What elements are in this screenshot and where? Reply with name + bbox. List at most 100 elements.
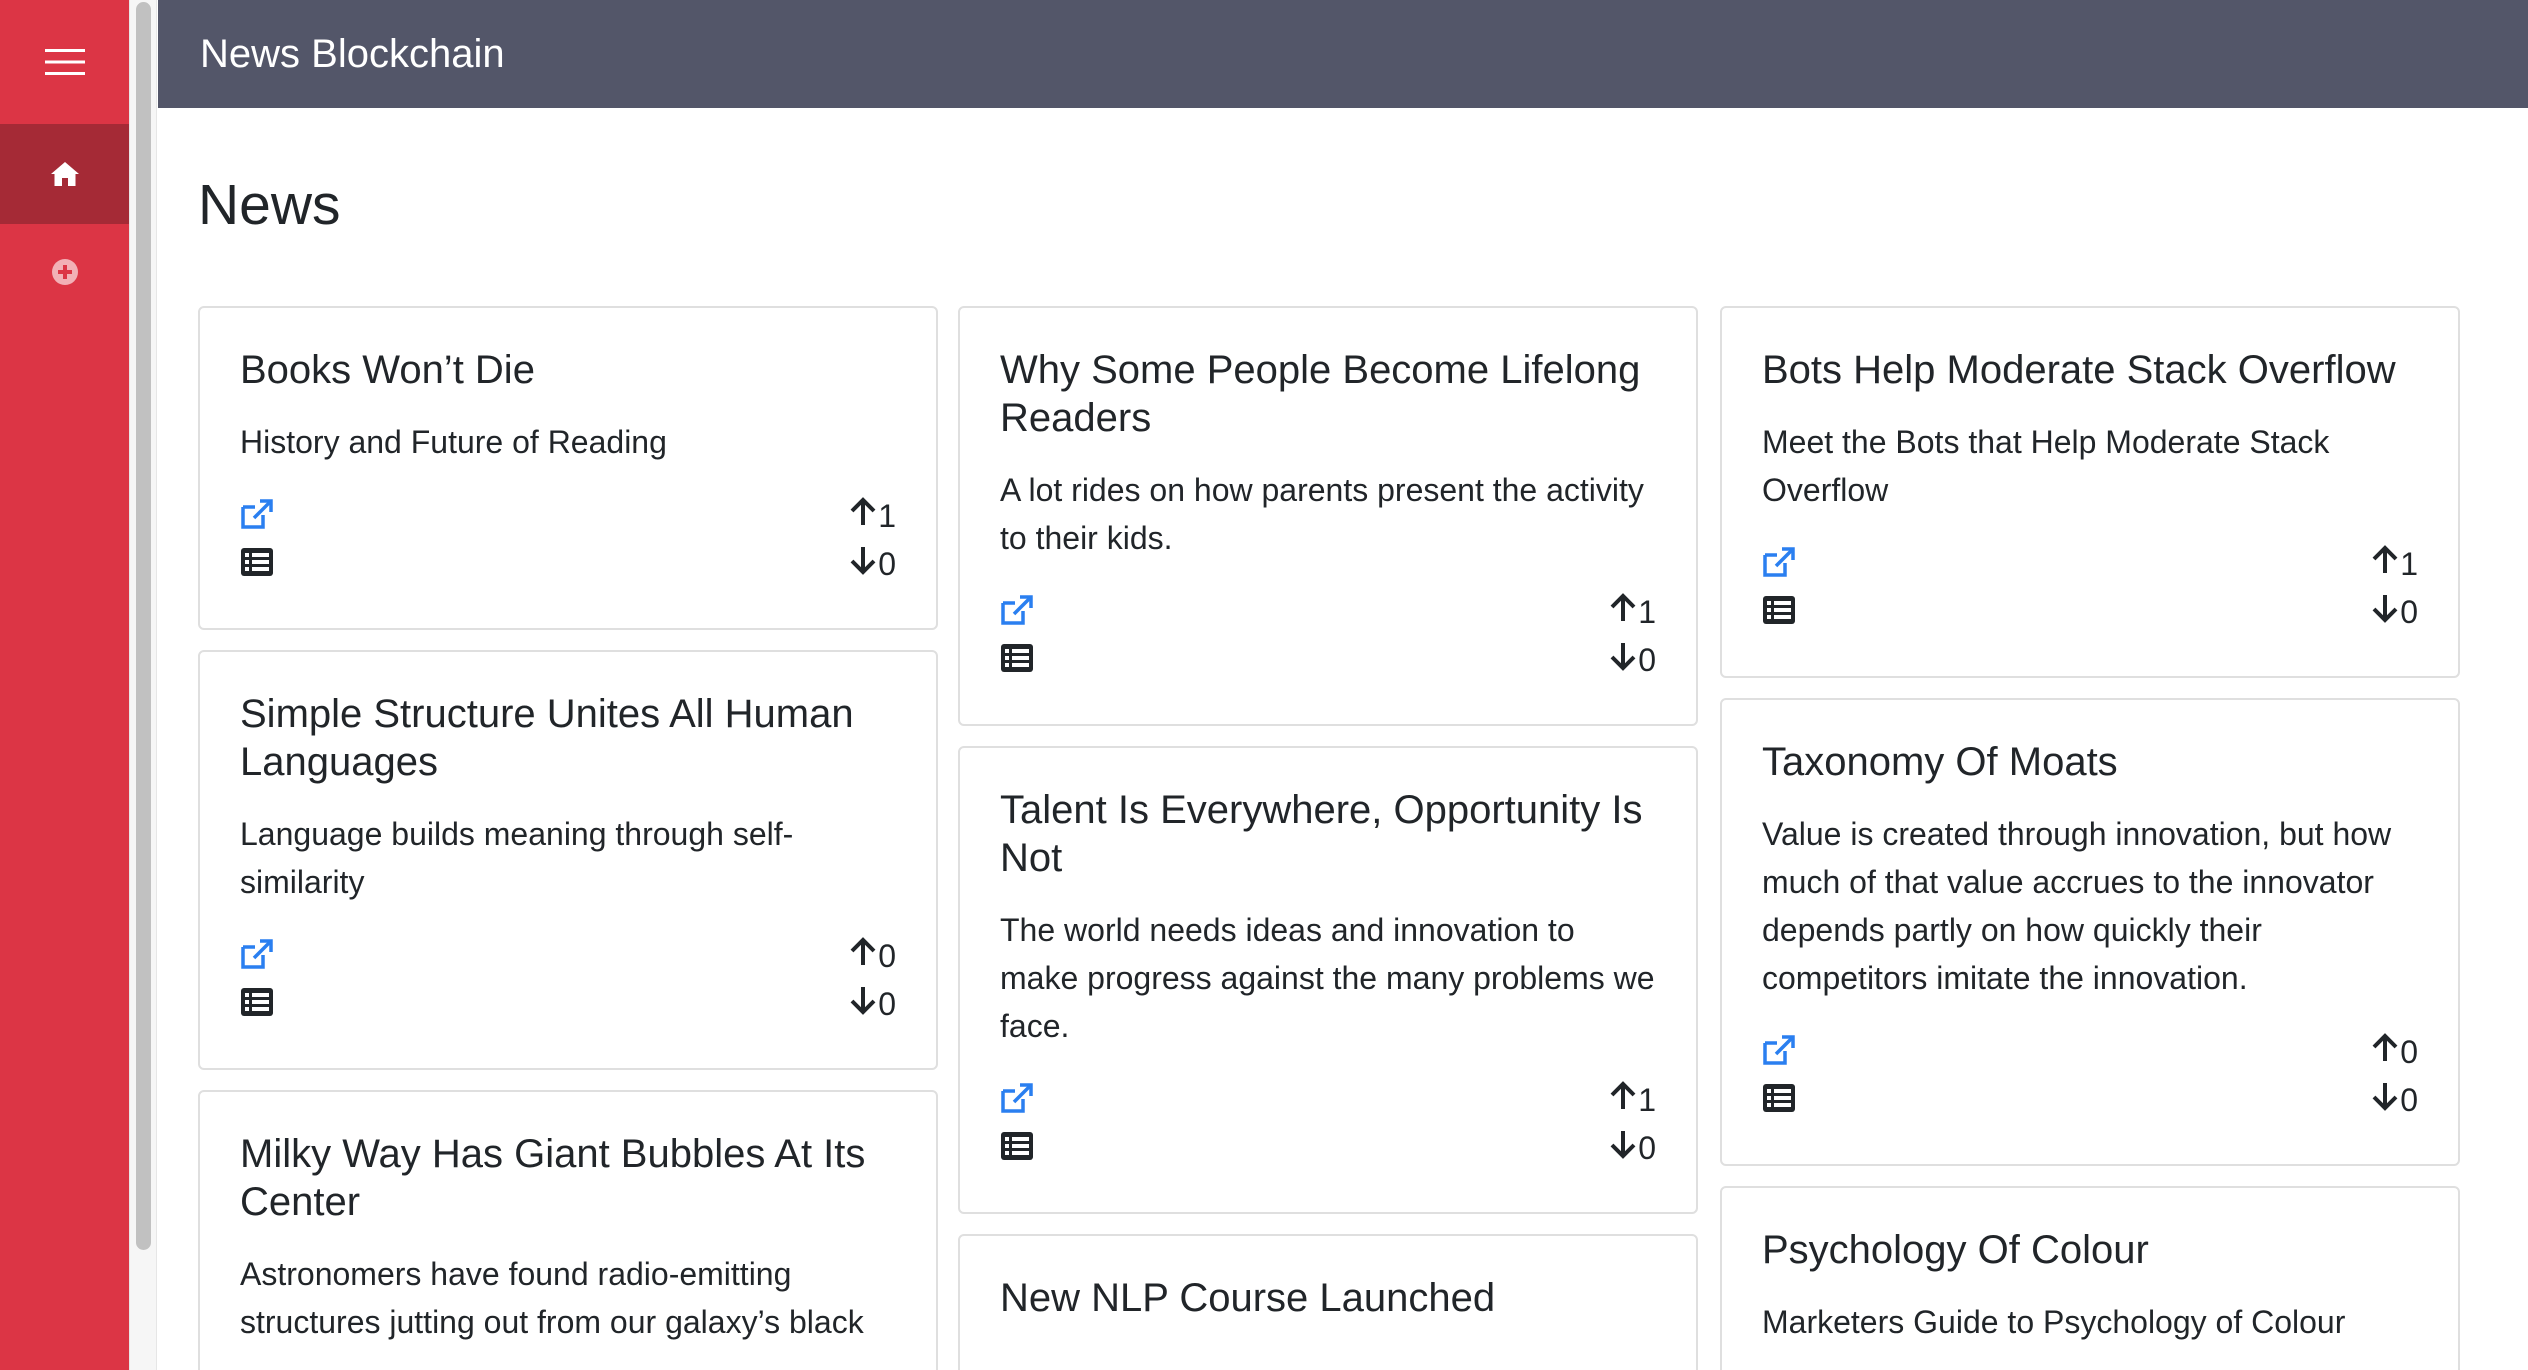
external-link-icon[interactable]	[1762, 546, 1796, 578]
news-card-description: History and Future of Reading	[240, 424, 667, 460]
details-list-icon[interactable]	[1000, 642, 1034, 674]
downvote-count: 0	[2400, 1082, 2418, 1118]
downvote-button[interactable]: 0	[2372, 588, 2418, 636]
news-card-description: Language builds meaning through self-sim…	[240, 816, 794, 900]
upvote-button[interactable]: 1	[2372, 540, 2418, 588]
sidebar	[0, 0, 129, 1370]
details-list-icon[interactable]	[1000, 1130, 1034, 1162]
arrow-up-icon	[850, 492, 878, 540]
vote-counts: 10	[1610, 1076, 1656, 1172]
details-list-icon[interactable]	[240, 986, 274, 1018]
news-card-title: Milky Way Has Giant Bubbles At Its Cente…	[240, 1132, 866, 1224]
arrow-up-icon	[1610, 1076, 1638, 1124]
news-card-title: Simple Structure Unites All Human Langua…	[240, 692, 854, 784]
external-link-icon[interactable]	[1000, 1082, 1034, 1114]
news-card-title: Why Some People Become Lifelong Readers	[1000, 348, 1641, 440]
news-card-description: Meet the Bots that Help Moderate Stack O…	[1762, 424, 2330, 508]
news-card-actions	[240, 492, 274, 578]
sidebar-item-home[interactable]	[0, 124, 129, 224]
arrow-up-icon	[2372, 1028, 2400, 1076]
vote-counts: 10	[2372, 540, 2418, 636]
vote-counts: 00	[850, 932, 896, 1028]
vote-counts: 10	[1610, 588, 1656, 684]
downvote-count: 0	[2400, 594, 2418, 630]
upvote-button[interactable]: 1	[850, 492, 896, 540]
details-list-icon[interactable]	[240, 546, 274, 578]
scrollbar[interactable]	[129, 0, 157, 1370]
news-column: Bots Help Moderate Stack Overflow Meet th…	[1720, 306, 2460, 1370]
news-card: Simple Structure Unites All Human Langua…	[198, 650, 938, 1070]
news-card-footer: 00	[1762, 1028, 2418, 1124]
news-card: Talent Is Everywhere, Opportunity Is Not…	[958, 746, 1698, 1214]
external-link-icon[interactable]	[240, 498, 274, 530]
arrow-up-icon	[2372, 540, 2400, 588]
upvote-count: 0	[2400, 1034, 2418, 1070]
news-card-actions	[1000, 588, 1034, 674]
arrow-down-icon	[1610, 636, 1638, 684]
upvote-button[interactable]: 1	[1610, 588, 1656, 636]
upvote-button[interactable]: 0	[2372, 1028, 2418, 1076]
page-title: News	[198, 173, 341, 237]
news-card-footer: 10	[1000, 588, 1656, 684]
news-card-title: Taxonomy Of Moats	[1762, 740, 2118, 784]
details-list-icon[interactable]	[1762, 1082, 1796, 1114]
downvote-button[interactable]: 0	[850, 540, 896, 588]
news-card: Psychology Of Colour Marketers Guide to P…	[1720, 1186, 2460, 1370]
news-card: Bots Help Moderate Stack Overflow Meet th…	[1720, 306, 2460, 678]
upvote-count: 1	[2400, 546, 2418, 582]
arrow-down-icon	[2372, 588, 2400, 636]
news-card-actions	[1000, 1076, 1034, 1162]
sidebar-menu-toggle[interactable]	[0, 0, 129, 124]
downvote-button[interactable]: 0	[2372, 1076, 2418, 1124]
news-card: Milky Way Has Giant Bubbles At Its Cente…	[198, 1090, 938, 1370]
details-list-icon[interactable]	[1762, 594, 1796, 626]
sidebar-item-add-news[interactable]	[0, 224, 129, 320]
upvote-count: 1	[878, 498, 896, 534]
news-card-title: Talent Is Everywhere, Opportunity Is Not	[1000, 788, 1643, 880]
downvote-button[interactable]: 0	[1610, 1124, 1656, 1172]
arrow-up-icon	[850, 932, 878, 980]
home-icon	[50, 162, 79, 186]
news-column: Books Won’t Die History and Future of Rea…	[198, 306, 938, 1370]
news-card-footer: 10	[240, 492, 896, 588]
upvote-count: 1	[1638, 1082, 1656, 1118]
news-card-title: Bots Help Moderate Stack Overflow	[1762, 348, 2396, 392]
news-card-description: Astronomers have found radio-emitting st…	[240, 1256, 864, 1340]
top-navbar: News Blockchain	[158, 0, 2528, 108]
news-card-actions	[1762, 1028, 1796, 1114]
downvote-button[interactable]: 0	[1610, 636, 1656, 684]
upvote-button[interactable]: 0	[850, 932, 896, 980]
news-card-description: Value is created through innovation, but…	[1762, 816, 2392, 996]
arrow-down-icon	[2372, 1076, 2400, 1124]
vote-counts: 00	[2372, 1028, 2418, 1124]
arrow-up-icon	[1610, 588, 1638, 636]
downvote-count: 0	[1638, 1130, 1656, 1166]
news-card-footer: 10	[1762, 540, 2418, 636]
news-card-title: Books Won’t Die	[240, 348, 535, 392]
upvote-count: 0	[878, 938, 896, 974]
downvote-count: 0	[878, 986, 896, 1022]
external-link-icon[interactable]	[1000, 594, 1034, 626]
external-link-icon[interactable]	[1762, 1034, 1796, 1066]
hamburger-menu-icon	[44, 49, 85, 75]
plus-circle-icon	[51, 259, 78, 285]
news-card-footer: 00	[240, 932, 896, 1028]
news-card-description: A lot rides on how parents present the a…	[1000, 472, 1644, 556]
news-card-footer: 10	[1000, 1076, 1656, 1172]
news-card: New NLP Course Launched	[958, 1234, 1698, 1370]
app-title[interactable]: News Blockchain	[200, 32, 505, 77]
news-card-title: Psychology Of Colour	[1762, 1228, 2149, 1272]
upvote-button[interactable]: 1	[1610, 1076, 1656, 1124]
news-column: Why Some People Become Lifelong Readers A…	[958, 306, 1698, 1370]
scrollbar-thumb[interactable]	[136, 2, 151, 1250]
downvote-count: 0	[878, 546, 896, 582]
downvote-button[interactable]: 0	[850, 980, 896, 1028]
arrow-down-icon	[850, 980, 878, 1028]
news-card: Taxonomy Of Moats Value is created throug…	[1720, 698, 2460, 1166]
news-card-actions	[240, 932, 274, 1018]
external-link-icon[interactable]	[240, 938, 274, 970]
vote-counts: 10	[850, 492, 896, 588]
news-card-description: The world needs ideas and innovation to …	[1000, 912, 1655, 1044]
upvote-count: 1	[1638, 594, 1656, 630]
news-card-title: New NLP Course Launched	[1000, 1276, 1496, 1320]
